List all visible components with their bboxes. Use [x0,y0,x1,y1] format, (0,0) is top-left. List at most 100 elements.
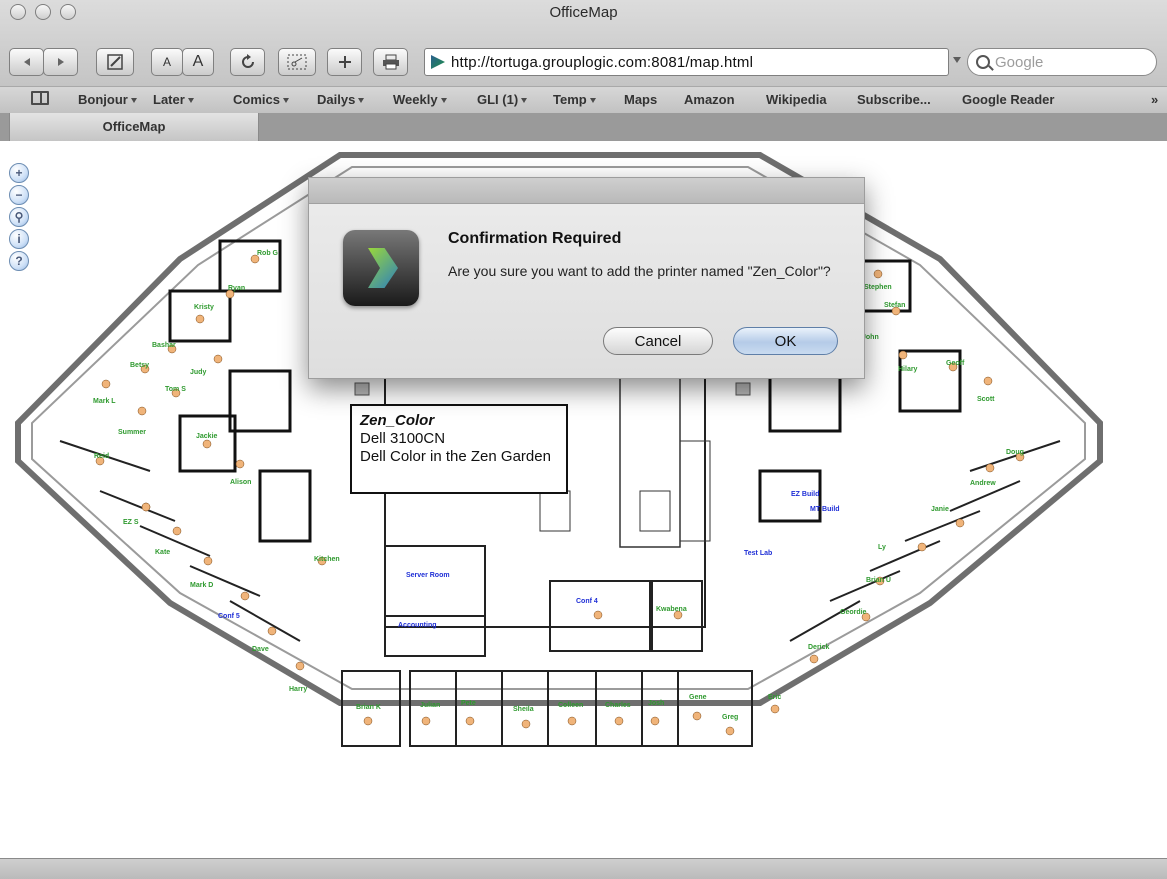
svg-text:Ly: Ly [878,544,886,551]
svg-text:Geordie: Geordie [840,609,867,616]
bookmark-label: Dailys [317,92,356,107]
bookmark-label: Temp [553,92,587,107]
svg-text:Betsy: Betsy [130,362,149,369]
svg-text:Bashar: Bashar [152,342,176,349]
bookmark-dailys[interactable]: Dailys [317,92,365,107]
printer-name: Zen_Color [360,412,435,429]
reload-button[interactable] [230,48,265,76]
tab-officemap[interactable]: OfficeMap [9,113,259,141]
bookmark-label: Bonjour [78,92,128,107]
print-button[interactable] [373,48,408,76]
map-controls: + − ⚲ i ? [9,163,29,271]
svg-text:Doug: Doug [1006,449,1024,456]
chevron-down-icon [130,98,137,104]
svg-text:EZ Build: EZ Build [791,491,819,498]
bookmark-label: GLI (1) [477,92,519,107]
bookmarks-bar: Bonjour Later Comics Dailys Weekly GLI (… [0,86,1167,114]
svg-text:Summer: Summer [118,429,146,436]
bookmark-bonjour[interactable]: Bonjour [78,92,137,107]
text-larger-button[interactable]: A [182,48,214,76]
binoculars-icon[interactable]: ⚲ [9,207,29,227]
add-bookmark-button[interactable] [327,48,362,76]
bookmark-temp[interactable]: Temp [553,92,596,107]
svg-text:Eric: Eric [768,694,781,701]
svg-text:Kwabena: Kwabena [656,606,687,613]
title-bar: OfficeMap [0,0,1167,40]
svg-text:Scott: Scott [977,396,995,403]
back-arrow-icon [23,58,30,66]
svg-text:MT Build: MT Build [810,506,840,513]
plus-icon [338,56,351,68]
window-title: OfficeMap [549,4,618,21]
svg-text:Brian K: Brian K [356,704,381,711]
bookmarks-overflow-icon[interactable]: » [1151,92,1158,107]
svg-text:Dave: Dave [252,646,269,653]
toolbar: A A http://tortuga.grouplogic.com:8081/m… [0,40,1167,86]
bookmark-weekly[interactable]: Weekly [393,92,447,107]
pencil-icon [107,54,123,70]
search-icon[interactable] [976,55,990,69]
svg-text:Stefan: Stefan [884,302,905,309]
bookmark-wikipedia[interactable]: Wikipedia [766,92,827,107]
bookmarks-book-icon[interactable] [31,91,49,105]
search-placeholder: Google [995,53,1044,71]
address-history-icon[interactable] [953,57,961,63]
text-smaller-button[interactable]: A [151,48,183,76]
bookmark-subscribe[interactable]: Subscribe... [857,92,931,107]
svg-text:Geoff: Geoff [946,360,965,367]
svg-text:Kate: Kate [155,549,170,556]
svg-text:Harry: Harry [289,686,307,693]
svg-text:Jackie: Jackie [196,433,218,440]
chevron-down-icon [440,98,447,104]
svg-text:Kristy: Kristy [194,304,214,311]
browser-chrome: OfficeMap A A http://tortuga.grouplogic.… [0,0,1167,114]
bookmark-google-reader[interactable]: Google Reader [962,92,1054,107]
svg-text:Rob G: Rob G [257,250,279,257]
svg-text:Ryan: Ryan [228,285,245,292]
chevron-down-icon [589,98,596,104]
back-button[interactable] [9,48,44,76]
bookmark-amazon[interactable]: Amazon [684,92,735,107]
zoom-out-icon[interactable]: − [9,185,29,205]
chevron-down-icon [521,98,528,104]
address-text: http://tortuga.grouplogic.com:8081/map.h… [451,53,754,71]
svg-text:Andrew: Andrew [970,480,996,487]
svg-text:Kitchen: Kitchen [314,556,340,563]
printer-description: Dell Color in the Zen Garden [360,448,551,465]
address-bar[interactable]: http://tortuga.grouplogic.com:8081/map.h… [424,48,949,76]
svg-text:Mark D: Mark D [190,582,213,589]
svg-text:Mark L: Mark L [93,398,116,405]
bookmark-later[interactable]: Later [153,92,194,107]
web-clip-button[interactable] [278,48,316,76]
svg-text:Pete: Pete [461,700,476,707]
zoom-in-icon[interactable]: + [9,163,29,183]
search-field[interactable]: Google [967,48,1157,76]
svg-text:Gene: Gene [689,694,707,701]
bookmark-maps[interactable]: Maps [624,92,657,107]
confirmation-dialog: Confirmation Required Are you sure you w… [308,177,865,379]
svg-text:Josh: Josh [648,700,664,707]
cancel-button[interactable]: Cancel [603,327,713,355]
chevron-down-icon [187,98,194,104]
svg-text:Colleen: Colleen [558,702,583,709]
bookmark-comics[interactable]: Comics [233,92,289,107]
edit-button[interactable] [96,48,134,76]
printer-model: Dell 3100CN [360,430,446,447]
svg-text:Alison: Alison [230,479,251,486]
info-icon[interactable]: i [9,229,29,249]
dialog-titlebar [309,178,864,204]
app-logo-icon [343,230,419,306]
svg-text:Janie: Janie [931,506,949,513]
chevron-down-icon [282,98,289,104]
bookmark-label: Comics [233,92,280,107]
svg-text:Tom S: Tom S [165,386,186,393]
ok-button[interactable]: OK [733,327,838,355]
svg-text:Greg: Greg [722,714,738,721]
svg-text:Reid: Reid [94,453,109,460]
forward-button[interactable] [43,48,78,76]
help-icon[interactable]: ? [9,251,29,271]
bookmark-gli[interactable]: GLI (1) [477,92,528,107]
printer-icon [382,54,399,70]
printer-tooltip: Zen_Color Dell 3100CN Dell Color in the … [350,404,568,494]
status-bar [0,858,1167,879]
